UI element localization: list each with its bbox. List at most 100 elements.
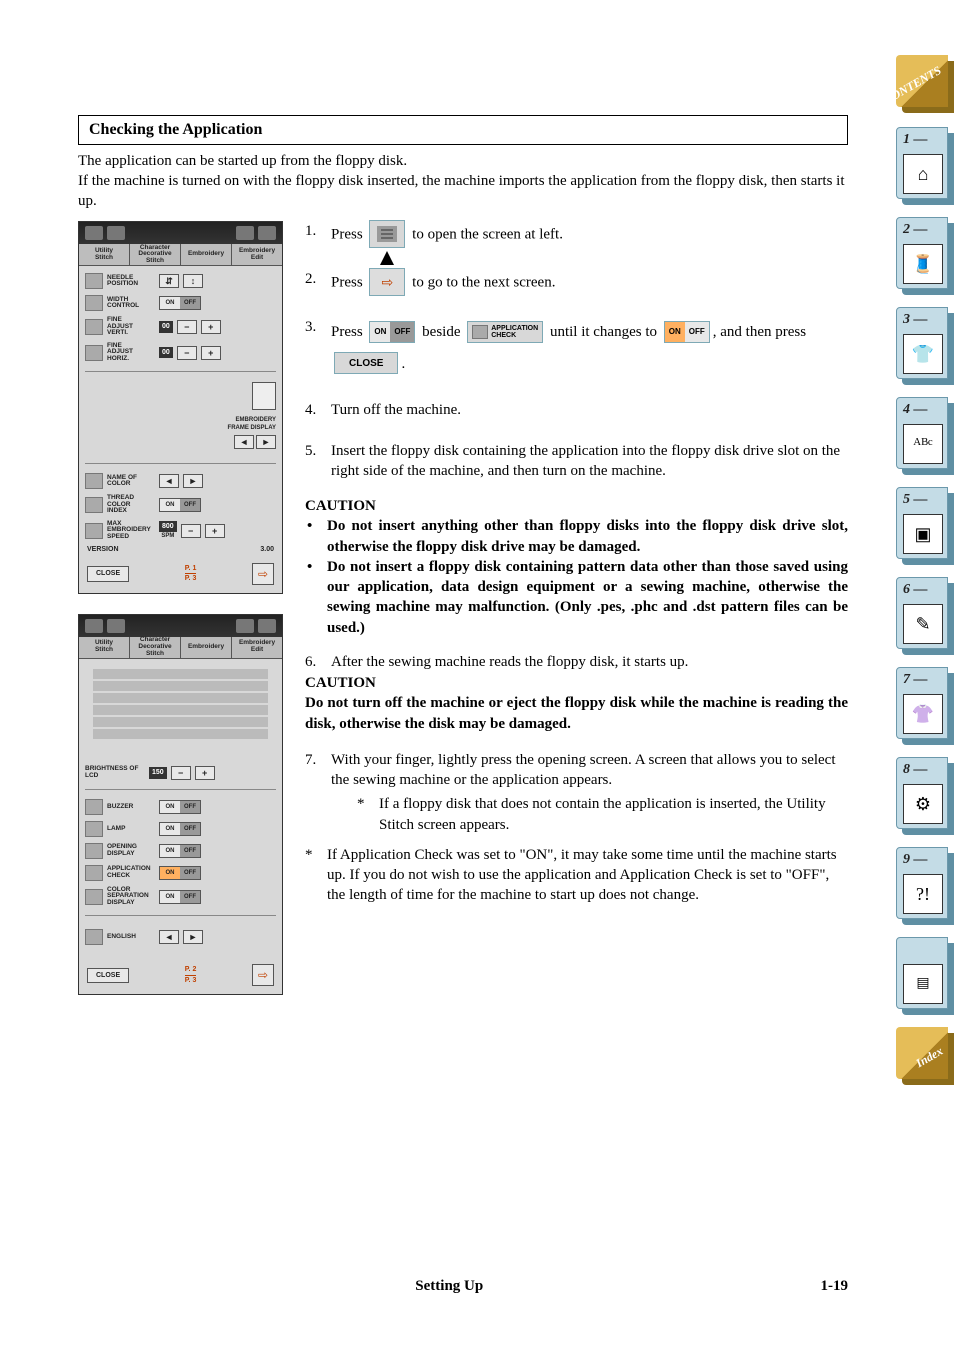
chapter-1-tab[interactable]: 1 —⌂ (884, 127, 954, 205)
lcd2-tab-character[interactable]: Character Decorative Stitch (130, 637, 181, 658)
step-7-text: With your finger, lightly press the open… (331, 750, 848, 791)
chapter-5-tab[interactable]: 5 —▣ (884, 487, 954, 565)
callout-arrow-icon (380, 251, 394, 265)
appendix-tab[interactable]: ▤ (884, 937, 954, 1015)
fineh-minus[interactable]: − (177, 346, 197, 360)
appcheck-icon (85, 865, 103, 881)
chapter-7-tab[interactable]: 7 —👚 (884, 667, 954, 745)
next-page-icon-button[interactable]: ⇨ (369, 268, 405, 296)
frame-prev[interactable]: ◄ (234, 435, 254, 449)
close-button-inline[interactable]: CLOSE (334, 352, 398, 374)
step-6-text: After the sewing machine reads the flopp… (331, 652, 848, 672)
width-toggle[interactable]: ONOFF (159, 296, 201, 310)
brightness-value: 150 (149, 767, 167, 778)
fineh-icon (85, 345, 103, 361)
maxspeed-minus[interactable]: − (181, 524, 201, 538)
step-2-b: to go to the next screen. (412, 275, 555, 291)
maxspeed-plus[interactable]: + (205, 524, 225, 538)
step-6-num: 6. (305, 652, 331, 672)
page-footer: Setting Up 1-19 (78, 1276, 848, 1296)
threadcolor-toggle[interactable]: ONOFF (159, 498, 201, 512)
lcd2-tab-utility[interactable]: Utility Stitch (79, 637, 130, 658)
step-2-a: Press (331, 275, 363, 291)
lcd2-next-page[interactable]: ⇨ (252, 964, 274, 986)
lamp-toggle[interactable]: ONOFF (159, 822, 201, 836)
buzzer-label: BUZZER (107, 804, 155, 811)
buzzer-icon (85, 799, 103, 815)
caution-1-heading: CAUTION (305, 496, 848, 516)
chapter-9-tab[interactable]: 9 —?! (884, 847, 954, 925)
lcd2-tab-embedit[interactable]: Embroidery Edit (232, 637, 282, 658)
language-value: ENGLISH (107, 934, 155, 941)
fineh-plus[interactable]: + (201, 346, 221, 360)
buzzer-toggle[interactable]: ONOFF (159, 800, 201, 814)
frame-display-icon (252, 382, 276, 410)
colorsep-icon (85, 889, 103, 905)
brightness-label: BRIGHTNESS OF LCD (85, 766, 145, 779)
namecolor-prev[interactable]: ◄ (159, 474, 179, 488)
index-tab[interactable]: Index (884, 1027, 954, 1087)
namecolor-icon (85, 473, 103, 489)
lcd1-tab-embedit[interactable]: Embroidery Edit (232, 244, 282, 265)
needle-btn-left[interactable]: ⇵ (159, 274, 179, 288)
colorsep-toggle[interactable]: ONOFF (159, 890, 201, 904)
fineh-label: FINE ADJUST HORIZ. (107, 343, 155, 363)
asterisk-icon: * (357, 794, 379, 835)
step-7-num: 7. (305, 750, 331, 835)
instructions-column: 1. Press to open the screen at left. 2. … (305, 221, 848, 995)
lcd1-close-button[interactable]: CLOSE (87, 566, 129, 581)
language-prev[interactable]: ◄ (159, 930, 179, 944)
help-icon: ?! (903, 874, 943, 914)
step-2-num: 2. (305, 269, 331, 297)
finev-minus[interactable]: − (177, 320, 197, 334)
lamp-icon (85, 821, 103, 837)
step-3-e: . (401, 356, 405, 372)
chapter-6-tab[interactable]: 6 —✎ (884, 577, 954, 655)
step-4-text: Turn off the machine. (331, 400, 848, 420)
onoff-button-on[interactable]: ONOFF (664, 321, 710, 343)
version-value: 3.00 (260, 545, 274, 554)
step-5-num: 5. (305, 441, 331, 482)
chapter-4-tab[interactable]: 4 —ᴬᴮᶜ (884, 397, 954, 475)
opening-label: OPENING DISPLAY (107, 844, 155, 857)
contents-tab[interactable]: CONTENTS (884, 55, 954, 115)
frame-next[interactable]: ► (256, 435, 276, 449)
lcd1-tab-character[interactable]: Character Decorative Stitch (130, 244, 181, 265)
chapter-2-tab[interactable]: 2 —🧵 (884, 217, 954, 295)
appcheck-icon-inline (472, 325, 488, 339)
lcd2-close-button[interactable]: CLOSE (87, 968, 129, 983)
thread-icon: 🧵 (903, 244, 943, 284)
lcd1-pager: P. 1 P. 3 (185, 564, 197, 584)
namecolor-next[interactable]: ► (183, 474, 203, 488)
maxspeed-icon (85, 523, 103, 539)
needle-label: NEEDLE POSITION (107, 275, 155, 288)
opening-toggle[interactable]: ONOFF (159, 844, 201, 858)
shirt-icon: 👕 (903, 334, 943, 374)
language-next[interactable]: ► (183, 930, 203, 944)
brightness-plus[interactable]: + (195, 766, 215, 780)
maxspeed-label: MAX EMBROIDERY SPEED (107, 521, 155, 541)
lcd-screen-2: Utility Stitch Character Decorative Stit… (78, 614, 283, 996)
lcd2-tab-embroidery[interactable]: Embroidery (181, 637, 232, 658)
onoff-button-off[interactable]: ONOFF (369, 321, 415, 343)
step-3-b: beside (422, 324, 460, 340)
finev-plus[interactable]: + (201, 320, 221, 334)
garment-icon: 👚 (903, 694, 943, 734)
needle-btn-right[interactable]: ↕ (183, 274, 203, 288)
brightness-minus[interactable]: − (171, 766, 191, 780)
settings-list-icon-button[interactable] (369, 220, 405, 248)
application-check-field: APPLICATION CHECK (467, 321, 543, 343)
threadcolor-icon (85, 497, 103, 513)
lcd1-next-page[interactable]: ⇨ (252, 563, 274, 585)
lcd1-tab-utility[interactable]: Utility Stitch (79, 244, 130, 265)
maxspeed-value: 800 (159, 521, 177, 532)
appcheck-toggle[interactable]: ONOFF (159, 866, 201, 880)
finev-label: FINE ADJUST VERTI. (107, 317, 155, 337)
chapter-8-tab[interactable]: 8 —⚙ (884, 757, 954, 835)
lcd-column: Utility Stitch Character Decorative Stit… (78, 221, 283, 995)
chapter-3-tab[interactable]: 3 —👕 (884, 307, 954, 385)
lcd1-tab-embroidery[interactable]: Embroidery (181, 244, 232, 265)
width-icon (85, 295, 103, 311)
finev-value: 00 (159, 321, 173, 332)
intro-text: The application can be started up from t… (78, 151, 848, 212)
